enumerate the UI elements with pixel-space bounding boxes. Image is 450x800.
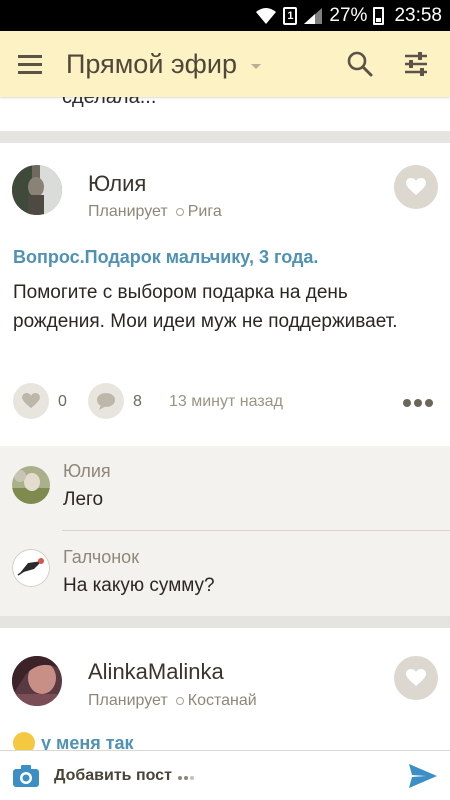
menu-icon[interactable]: [0, 31, 60, 97]
emoji-icon: [13, 732, 35, 750]
post-author[interactable]: Юлия: [88, 171, 146, 197]
post-meta: Планирует Рига: [88, 203, 222, 221]
post-location: Костанай: [187, 692, 257, 709]
avatar[interactable]: [12, 466, 50, 504]
post-location: Рига: [187, 203, 222, 220]
previous-post-text: сделала...: [62, 97, 157, 108]
comment-text: Лего: [63, 489, 104, 510]
signal-icon: [303, 7, 323, 25]
more-options-icon[interactable]: [403, 399, 436, 407]
heart-icon: [406, 669, 426, 686]
favorite-button[interactable]: [394, 656, 438, 700]
location-pin-icon: [175, 208, 184, 216]
comment-text: На какую сумму?: [63, 575, 215, 596]
typing-dots-icon: [177, 775, 196, 780]
send-icon[interactable]: [408, 763, 438, 789]
chevron-down-icon[interactable]: [251, 63, 261, 69]
post-body[interactable]: Помогите с выбором подарка на день рожде…: [13, 278, 438, 336]
heart-icon: [22, 393, 40, 409]
like-count: 0: [58, 393, 67, 410]
comment-button[interactable]: [88, 383, 124, 419]
avatar[interactable]: [12, 656, 62, 706]
comment-author[interactable]: Галчонок: [63, 547, 139, 568]
page-title[interactable]: Прямой эфир: [66, 49, 237, 80]
post-author[interactable]: AlinkaMalinka: [88, 659, 224, 685]
post-status: Планирует: [88, 203, 168, 220]
add-post-bar[interactable]: Добавить пост: [0, 750, 450, 800]
sim-icon: 1: [283, 6, 298, 25]
avatar[interactable]: [12, 549, 50, 587]
add-post-button[interactable]: Добавить пост: [54, 767, 172, 785]
comment-icon: [97, 393, 115, 410]
location-pin-icon: [175, 697, 184, 705]
comment-author[interactable]: Юлия: [63, 461, 111, 482]
post-card[interactable]: AlinkaMalinka Планирует Костанай у меня …: [0, 628, 450, 750]
filter-icon[interactable]: [388, 31, 444, 97]
avatar[interactable]: [12, 165, 62, 215]
post-card[interactable]: Юлия Планирует Рига Вопрос.Подарок мальч…: [0, 143, 450, 446]
comment-count: 8: [133, 393, 142, 410]
comments-section: Юлия Лего Галчонок На какую сумму?: [0, 446, 450, 616]
previous-post-card[interactable]: сделала...: [0, 97, 450, 131]
heart-icon: [406, 178, 426, 195]
post-status: Планирует: [88, 692, 168, 709]
clock: 23:58: [394, 4, 442, 26]
feed[interactable]: сделала... Юлия Планирует Рига Вопрос.По…: [0, 97, 450, 750]
app-toolbar: Прямой эфир: [0, 31, 450, 97]
wifi-icon: [255, 7, 277, 25]
battery-icon: [373, 6, 385, 25]
comment-divider: [62, 530, 450, 531]
favorite-button[interactable]: [394, 165, 438, 209]
post-title-preview[interactable]: у меня так: [13, 732, 134, 750]
battery-percent: 27%: [329, 4, 368, 26]
like-button[interactable]: [13, 383, 49, 419]
post-time: 13 минут назад: [169, 393, 283, 410]
camera-icon[interactable]: [12, 764, 40, 788]
post-title[interactable]: Вопрос.Подарок мальчику, 3 года.: [13, 247, 318, 268]
app-screen: 1 27% 23:58 Прямой эфир сделала... Юлия …: [0, 0, 450, 800]
post-meta: Планирует Костанай: [88, 692, 257, 710]
post-title: у меня так: [41, 732, 134, 751]
search-icon[interactable]: [332, 31, 388, 97]
status-bar: 1 27% 23:58: [0, 0, 450, 31]
